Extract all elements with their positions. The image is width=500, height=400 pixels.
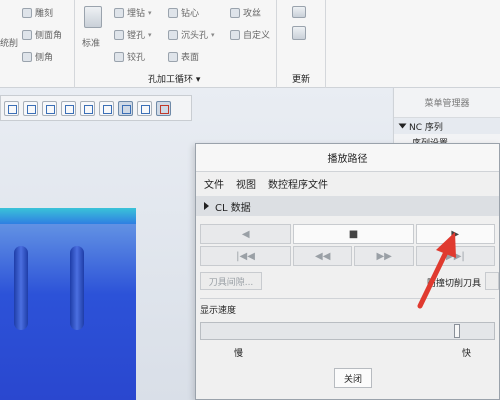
ribbon-group-hole-cycle[interactable]: 孔加工循环 ▾ (148, 72, 200, 85)
ribbon-chamfer-button[interactable]: 侧角 (22, 50, 53, 63)
custom-icon (230, 29, 240, 40)
spot-drill-icon (114, 7, 124, 18)
slider-thumb[interactable] (454, 324, 460, 338)
play-forward-button[interactable]: ▶ (415, 224, 495, 244)
ream-icon (114, 51, 124, 62)
display-speed-slider[interactable] (200, 322, 495, 340)
display-style-icon[interactable] (61, 100, 76, 116)
close-button[interactable]: 关闭 (334, 368, 372, 388)
datum-display-icon[interactable] (99, 100, 114, 116)
ribbon-side-angle-button[interactable]: 侧面角 (22, 28, 62, 41)
menu-manager-header: 菜单管理器 (394, 88, 500, 118)
saved-views-icon[interactable] (80, 100, 95, 116)
ribbon-engrave-button[interactable]: 雕刻 (22, 6, 53, 19)
zoom-out-icon[interactable] (4, 100, 19, 116)
chevron-down-icon: ▾ (211, 30, 215, 39)
ribbon-separator (74, 0, 75, 88)
chevron-down-icon: ▾ (148, 8, 152, 17)
chevron-down-icon: ▾ (148, 30, 152, 39)
gouge-check-button[interactable] (485, 272, 499, 290)
step-backward-button[interactable]: ◀◀ (293, 246, 353, 266)
workpiece-top-face (0, 208, 136, 224)
rewind-to-start-button[interactable]: |◀◀ (200, 246, 292, 266)
ribbon-tap-button[interactable]: 攻丝 (230, 6, 261, 19)
ribbon-separator (325, 0, 326, 88)
menu-nc-file[interactable]: 数控程序文件 (268, 176, 328, 191)
play-backward-button[interactable]: ◀ (200, 224, 292, 244)
cl-data-expander[interactable]: CL 数据 (196, 196, 499, 216)
refit-icon[interactable] (23, 100, 38, 116)
options-row: 刀具间隙... 防撞切削刀具 (196, 266, 499, 294)
expand-triangle-icon (204, 202, 209, 210)
center-drill-icon (168, 7, 178, 18)
speed-fast-label: 快 (461, 349, 471, 359)
dialog-menubar: 文件 视图 数控程序文件 (196, 172, 499, 194)
ribbon-left-label[interactable]: 统削 (0, 36, 18, 49)
ribbon-countersink-button[interactable]: 沉头孔 ▾ (168, 28, 215, 41)
update-icon[interactable] (292, 26, 306, 40)
repaint-icon[interactable] (42, 100, 57, 116)
countersink-icon (168, 29, 178, 40)
chevron-down-icon: ▾ (193, 75, 201, 85)
speed-slow-label: 慢 (234, 349, 244, 359)
dialog-title: 播放路径 (196, 144, 499, 172)
tree-item-nc-sequence[interactable]: NC 序列 (394, 118, 500, 134)
gouge-check-label: 防撞切削刀具 (426, 279, 481, 289)
ribbon-custom-button[interactable]: 自定义 (230, 28, 270, 41)
play-path-dialog: 播放路径 文件 视图 数控程序文件 CL 数据 ◀ ■ ▶ |◀◀ ◀◀ ▶▶ … (195, 143, 500, 400)
ribbon-bore-button[interactable]: 镗孔 ▾ (114, 28, 152, 41)
toolpath-display-icon[interactable] (156, 100, 171, 116)
speed-scale: 慢 快 (196, 344, 499, 362)
view-toolbar (0, 95, 192, 121)
divider (200, 298, 495, 299)
ribbon: 统削 雕刻 侧面角 侧角 标准 埋钻 ▾ 镗孔 ▾ 铰孔 钻心 沉头孔 ▾ 表面 攻丝… (0, 0, 500, 88)
bore-icon (114, 29, 124, 40)
chevron-down-icon (398, 123, 407, 129)
tool-clearance-button[interactable]: 刀具间隙... (200, 272, 262, 290)
playback-row-1: ◀ ■ ▶ (196, 224, 499, 244)
regenerate-icon[interactable] (292, 6, 306, 18)
ribbon-separator (276, 0, 277, 88)
ribbon-face-button[interactable]: 表面 (168, 50, 199, 63)
annotation-display-icon[interactable] (137, 100, 152, 116)
standard-drill-icon (84, 6, 102, 28)
menu-view[interactable]: 视图 (236, 176, 256, 191)
ribbon-spot-drill-button[interactable]: 埋钻 ▾ (114, 6, 152, 19)
tap-icon (230, 7, 240, 18)
spin-center-icon[interactable] (118, 100, 133, 116)
display-speed-label: 显示速度 (200, 306, 237, 316)
ribbon-center-drill-button[interactable]: 钻心 (168, 6, 199, 19)
engrave-icon (22, 7, 32, 18)
workpiece-slot (14, 246, 28, 330)
side-angle-icon (22, 29, 32, 40)
ribbon-standard-button[interactable]: 标准 (82, 36, 100, 49)
playback-row-2: |◀◀ ◀◀ ▶▶ ▶▶| (196, 246, 499, 266)
stop-button[interactable]: ■ (293, 224, 414, 244)
chamfer-icon (22, 51, 32, 62)
ribbon-group-update: 更新 (292, 75, 311, 85)
workpiece-slot (70, 246, 84, 330)
face-icon (168, 51, 178, 62)
ribbon-ream-button[interactable]: 铰孔 (114, 50, 145, 63)
menu-file[interactable]: 文件 (204, 176, 224, 191)
step-forward-button[interactable]: ▶▶ (354, 246, 414, 266)
forward-to-end-button[interactable]: ▶▶| (415, 246, 495, 266)
